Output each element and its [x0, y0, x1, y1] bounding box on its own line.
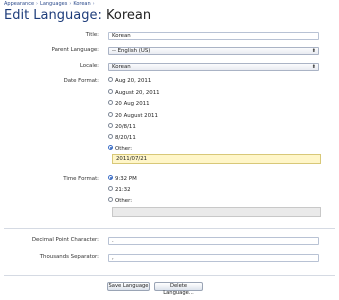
section-divider — [4, 228, 335, 229]
parent-language-label: Parent Language: — [51, 47, 99, 53]
decimal-point-input[interactable]: . — [108, 237, 319, 245]
date-option-label: 8/20/11 — [115, 135, 136, 141]
radio-icon[interactable] — [108, 112, 113, 117]
time-option-label: 9:32 PM — [115, 176, 137, 182]
title-input[interactable]: Korean — [108, 32, 319, 40]
date-option-3[interactable]: 20 Aug 2011 — [108, 100, 150, 109]
page-title-value: Korean — [105, 8, 152, 23]
date-option-label: 20 August 2011 — [115, 113, 158, 119]
time-format-label: Time Format: — [63, 176, 99, 182]
locale-value: Korean — [112, 64, 131, 70]
radio-selected-icon[interactable] — [108, 145, 113, 150]
page-title-prefix: Edit Language: — [4, 8, 102, 23]
radio-icon[interactable] — [108, 186, 113, 191]
decimal-point-label: Decimal Point Character: — [31, 237, 99, 243]
date-other-input[interactable]: 2011/07/21 — [112, 154, 321, 164]
time-option-other[interactable]: Other: — [108, 197, 132, 206]
radio-icon[interactable] — [108, 100, 113, 105]
save-language-button[interactable]: Save Language — [107, 282, 150, 291]
page-title: Edit Language: Korean — [4, 8, 151, 24]
date-format-label: Date Format: — [63, 78, 99, 84]
radio-icon[interactable] — [108, 89, 113, 94]
date-option-label: Other: — [115, 146, 133, 152]
time-option-label: 21:32 — [115, 187, 131, 193]
date-option-label: Aug 20, 2011 — [115, 78, 152, 84]
radio-icon[interactable] — [108, 77, 113, 82]
delete-language-button[interactable]: Delete Language... — [154, 282, 203, 296]
radio-icon[interactable] — [108, 197, 113, 202]
date-option-1[interactable]: Aug 20, 2011 — [108, 77, 151, 86]
locale-label: Locale: — [79, 63, 99, 69]
date-option-5[interactable]: 20/8/11 — [108, 123, 136, 132]
date-option-label: August 20, 2011 — [115, 90, 160, 96]
date-option-other[interactable]: Other: — [108, 145, 132, 154]
locale-select[interactable]: Korean ⬍ — [108, 63, 319, 71]
date-option-4[interactable]: 20 August 2011 — [108, 112, 158, 121]
radio-icon[interactable] — [108, 134, 113, 139]
date-option-2[interactable]: August 20, 2011 — [108, 89, 160, 98]
radio-selected-icon[interactable] — [108, 175, 113, 180]
time-option-2[interactable]: 21:32 — [108, 186, 131, 195]
radio-icon[interactable] — [108, 123, 113, 128]
thousands-separator-label: Thousands Separator: — [39, 254, 99, 260]
parent-language-select[interactable]: -- English (US) ⬍ — [108, 47, 319, 55]
select-arrows-icon: ⬍ — [311, 64, 316, 70]
date-option-label: 20 Aug 2011 — [115, 101, 150, 107]
date-option-label: 20/8/11 — [115, 124, 136, 130]
date-option-6[interactable]: 8/20/11 — [108, 134, 136, 143]
time-other-input[interactable] — [112, 207, 321, 217]
time-option-label: Other: — [115, 198, 133, 204]
title-label: Title: — [85, 32, 99, 38]
parent-language-value: -- English (US) — [112, 48, 151, 54]
thousands-separator-input[interactable]: , — [108, 254, 319, 262]
time-option-1[interactable]: 9:32 PM — [108, 175, 137, 184]
select-arrows-icon: ⬍ — [311, 48, 316, 54]
section-divider — [4, 275, 335, 276]
